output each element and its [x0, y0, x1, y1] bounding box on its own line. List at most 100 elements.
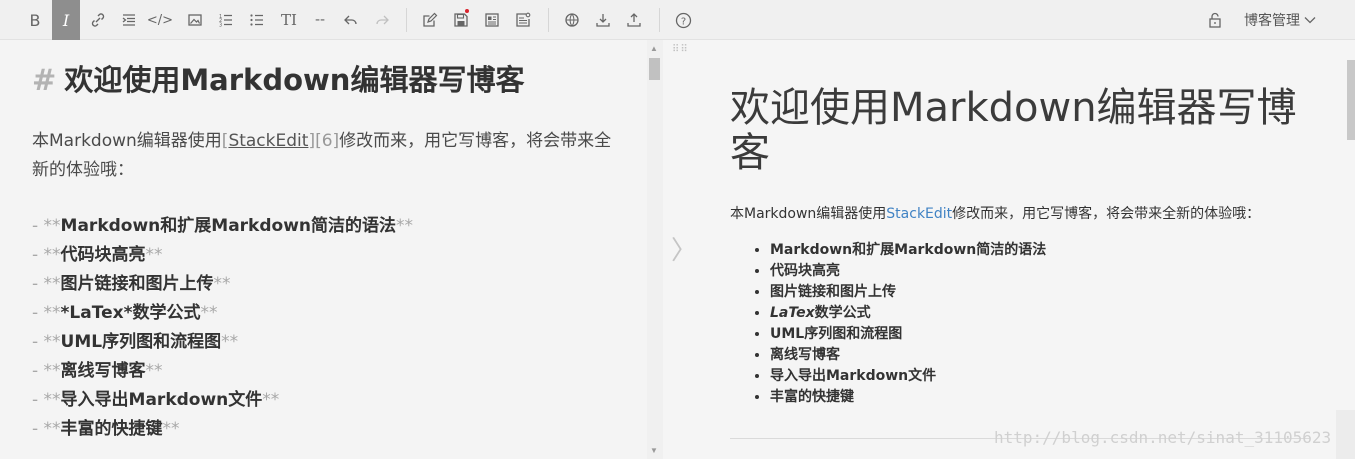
import-icon — [596, 14, 610, 27]
list-item: - **UML序列图和流程图** — [32, 328, 413, 357]
undo-button[interactable] — [337, 0, 365, 40]
preview-intro-paragraph: 本Markdown编辑器使用StackEdit修改而来，用它写博客，将会带来全新… — [730, 203, 1260, 223]
ordered-list-icon: 123 — [219, 14, 232, 29]
toolbar-divider — [548, 8, 549, 32]
list-item: UML序列图和流程图 — [770, 324, 1046, 345]
editor-title-text: 欢迎使用Markdown编辑器写博客 — [64, 63, 525, 97]
markdown-marker: - ** — [32, 245, 61, 265]
link-button[interactable] — [84, 0, 112, 40]
editor-toolbar: B I </> 123 TI -- ? 博客管理 — [0, 0, 1355, 40]
editor-link-text: StackEdit — [228, 131, 309, 151]
markdown-editor[interactable]: # 欢迎使用Markdown编辑器写博客 本Markdown编辑器使用[Stack… — [0, 40, 647, 459]
para-text: 修改而来，用它写博客，将会带来全新的体验哦： — [952, 206, 1261, 222]
list-item-text: 代码块高亮 — [60, 245, 146, 265]
doc-settings-button[interactable] — [509, 0, 537, 40]
export-button[interactable] — [620, 0, 648, 40]
bold-icon: B — [29, 10, 41, 30]
list-item: Markdown和扩展Markdown简洁的语法 — [770, 240, 1046, 261]
editor-scrollbar[interactable]: ▲ ▼ — [647, 40, 663, 459]
list-item: - **丰富的快捷键** — [32, 415, 413, 444]
globe-icon — [565, 13, 579, 27]
markdown-marker: ** — [145, 361, 163, 381]
code-icon: </> — [146, 12, 174, 28]
new-doc-button[interactable] — [416, 0, 444, 40]
link-ref: [6] — [315, 131, 340, 151]
list-item-text: 丰富的快捷键 — [60, 419, 163, 439]
markdown-marker: ** — [145, 245, 163, 265]
preview-title: 欢迎使用Markdown编辑器写博客 — [730, 85, 1297, 176]
markdown-marker: ** — [213, 274, 231, 294]
para-text: 本Markdown编辑器使用 — [730, 206, 887, 222]
toolbar-divider — [659, 8, 660, 32]
list-item: - **Markdown和扩展Markdown简洁的语法** — [32, 212, 413, 241]
list-item-text: Markdown和扩展Markdown简洁的语法 — [60, 216, 397, 236]
help-button[interactable]: ? — [669, 0, 697, 40]
redo-icon — [376, 15, 389, 25]
markdown-marker: ** — [162, 419, 180, 439]
editor-scrollbar-thumb[interactable] — [649, 58, 660, 80]
help-icon: ? — [675, 12, 691, 28]
image-button[interactable] — [181, 0, 209, 40]
quote-icon — [122, 14, 135, 26]
italic-icon: I — [62, 10, 70, 30]
save-button[interactable] — [447, 0, 475, 40]
heading-button[interactable]: TI — [275, 0, 303, 40]
editor-feature-list: - **Markdown和扩展Markdown简洁的语法** - **代码块高亮… — [32, 212, 413, 444]
list-item: 代码块高亮 — [770, 261, 1046, 282]
list-item-text: *LaTex*数学公式 — [60, 303, 201, 323]
unsaved-dot — [465, 9, 469, 13]
unordered-list-icon — [250, 14, 263, 26]
list-item: 导入导出Markdown文件 — [770, 366, 1046, 387]
list-item: LaTex数学公式 — [770, 303, 1046, 324]
scroll-up-arrow-icon[interactable]: ▲ — [650, 44, 658, 53]
markdown-marker: - ** — [32, 332, 61, 352]
markdown-marker: ** — [396, 216, 414, 236]
list-item: - **导入导出Markdown文件** — [32, 386, 413, 415]
hr-button[interactable]: -- — [306, 0, 334, 40]
list-item-text: 数学公式 — [814, 305, 871, 321]
list-item: - **离线写博客** — [32, 357, 413, 386]
list-item: 图片链接和图片上传 — [770, 282, 1046, 303]
globe-button[interactable] — [558, 0, 586, 40]
para-text: 本Markdown编辑器使用 — [32, 131, 222, 151]
markdown-marker: - ** — [32, 390, 61, 410]
svg-text:3: 3 — [219, 23, 222, 29]
list-item: 丰富的快捷键 — [770, 387, 1046, 408]
latex-label: LaTex — [770, 305, 815, 321]
ordered-list-button[interactable]: 123 — [212, 0, 240, 40]
markdown-marker: - ** — [32, 303, 61, 323]
markdown-marker: - ** — [32, 419, 61, 439]
markdown-marker: - ** — [32, 274, 61, 294]
italic-button[interactable]: I — [52, 0, 80, 40]
preview-scrollbar-thumb[interactable] — [1347, 60, 1355, 140]
image-icon — [188, 14, 202, 26]
blog-management-menu[interactable]: 博客管理 — [1244, 0, 1316, 40]
list-item: - ***LaTex*数学公式** — [32, 299, 413, 328]
link-icon — [91, 13, 105, 27]
undo-icon — [344, 15, 357, 25]
markdown-marker: ** — [200, 303, 218, 323]
unordered-list-button[interactable] — [243, 0, 271, 40]
chevron-right-icon[interactable]: 〉 — [671, 230, 697, 267]
list-item: - **代码块高亮** — [32, 241, 413, 270]
publish-button[interactable] — [478, 0, 506, 40]
toolbar-divider — [406, 8, 407, 32]
redo-button[interactable] — [368, 0, 396, 40]
horizontal-rule-icon: -- — [314, 12, 326, 28]
lock-button[interactable] — [1201, 0, 1229, 40]
drag-handle-icon[interactable]: ⠿⠿ — [672, 44, 689, 55]
bold-button[interactable]: B — [21, 0, 49, 40]
scroll-down-arrow-icon[interactable]: ▼ — [650, 446, 658, 455]
code-button[interactable]: </> — [146, 0, 174, 40]
heading-icon: TI — [281, 11, 297, 29]
editor-title-line: # 欢迎使用Markdown编辑器写博客 — [32, 57, 524, 99]
heading-marker: # — [32, 63, 57, 97]
new-doc-icon — [423, 12, 438, 27]
quote-button[interactable] — [115, 0, 143, 40]
markdown-marker: - ** — [32, 216, 61, 236]
editor-intro-paragraph: 本Markdown编辑器使用[StackEdit][6]修改而来，用它写博客，将… — [32, 127, 617, 185]
preview-feature-list: Markdown和扩展Markdown简洁的语法 代码块高亮 图片链接和图片上传… — [770, 240, 1046, 408]
stackedit-link[interactable]: StackEdit — [886, 206, 952, 222]
markdown-preview: ⠿⠿ 〉 欢迎使用Markdown编辑器写博客 本Markdown编辑器使用St… — [663, 40, 1355, 459]
import-button[interactable] — [589, 0, 617, 40]
